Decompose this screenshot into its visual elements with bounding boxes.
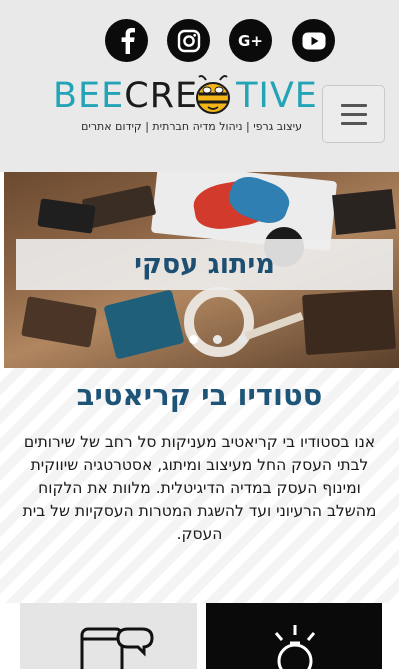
google-plus-icon: G+ [238, 31, 263, 50]
instagram-link[interactable] [167, 19, 210, 62]
youtube-icon [302, 32, 325, 49]
about-section: סטודיו בי קריאטיב אנו בסטודיו בי קריאטיב… [0, 368, 399, 603]
hero-caption: מיתוג עסקי [16, 239, 393, 290]
social-links: G+ [0, 19, 399, 62]
hero-caption-text: מיתוג עסקי [134, 249, 275, 280]
youtube-link[interactable] [292, 19, 335, 62]
google-plus-link[interactable]: G+ [229, 19, 272, 62]
slider-dot[interactable] [238, 335, 247, 344]
instagram-icon [177, 29, 200, 52]
facebook-icon [121, 27, 135, 54]
logo-wordmark: BEECRE TIVE [53, 76, 318, 116]
service-tile-social[interactable] [20, 603, 197, 669]
phone-chat-icon [80, 627, 154, 669]
logo-bee-text: BEE [53, 76, 125, 116]
menu-toggle-button[interactable] [322, 85, 385, 143]
site-header: G+ BEECRE TIVE עיצוב גרפי | ניהול מדיה חב… [0, 0, 399, 172]
service-tile-branding[interactable] [206, 603, 382, 669]
about-title: סטודיו בי קריאטיב [76, 378, 323, 412]
site-logo[interactable]: BEECRE TIVE עיצוב גרפי | ניהול מדיה חברתי… [50, 74, 317, 140]
logo-tive-text: TIVE [236, 76, 318, 116]
slider-dot[interactable] [189, 335, 198, 344]
logo-tagline: עיצוב גרפי | ניהול מדיה חברתית | קידום א… [81, 120, 302, 133]
lightbulb-icon [274, 625, 316, 669]
hero-slider[interactable]: מיתוג עסקי [4, 172, 399, 368]
facebook-link[interactable] [105, 19, 148, 62]
slider-dots [189, 335, 249, 345]
logo-cre-text: CRE [124, 76, 199, 116]
about-text: אנו בסטודיו בי קריאטיב מעניקות סל רחב של… [22, 433, 377, 543]
bee-icon [196, 75, 230, 114]
slider-dot[interactable] [213, 335, 222, 344]
